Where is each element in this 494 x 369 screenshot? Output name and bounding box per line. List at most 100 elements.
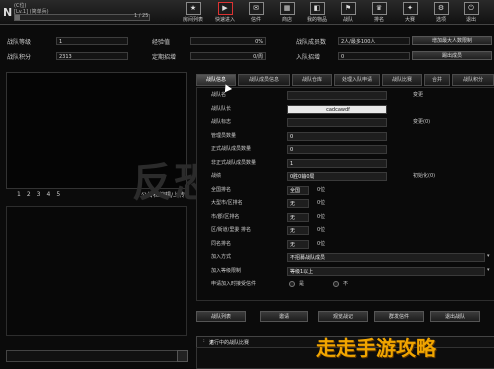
form-row: 管理员数量 0 (197, 131, 494, 142)
clan-points-value: 2313 (56, 52, 128, 60)
clan-action-button-0[interactable]: 战队列表 (196, 311, 246, 322)
form-row-rank: 0位 (317, 213, 326, 220)
join-invite-value: 0 (338, 52, 410, 60)
form-row-value (287, 91, 387, 100)
nav-label: 大赛 (404, 17, 415, 23)
form-row-label: 同名排名 (211, 240, 232, 247)
chat-send-button[interactable] (177, 350, 188, 362)
nav-ranking-button[interactable]: ♛ 排名 (364, 1, 394, 23)
form-row-value: 无 (287, 199, 309, 208)
accept-mail-no-label: 不 (343, 281, 349, 287)
exit-icon: ⏻ (463, 2, 479, 15)
watermark-text: 走走手游攻略 (316, 336, 436, 360)
form-row-rank: 0位 (317, 186, 326, 193)
member-count-label: 战队成员数 (296, 39, 327, 46)
form-row: 市/郡/区排名 无 0位 (197, 212, 494, 223)
clan-chat-panel (6, 206, 187, 336)
form-row: 区/街道/里委 排名 无 0位 (197, 225, 494, 236)
clan-action-button-2[interactable]: 观览战记 (318, 311, 368, 322)
increase-member-limit-button[interactable]: 增加最大人数限制 (412, 36, 492, 45)
clan-level-label: 战队等级 (7, 39, 32, 46)
form-row: 全国排名 全国 0位 (197, 185, 494, 196)
fixed-invite-value: 0/周 (190, 52, 266, 60)
tab-2[interactable]: 战队仓库 (292, 74, 332, 86)
kick-member-button[interactable]: 踢出成员 (412, 51, 492, 60)
form-row-button[interactable]: 变更 (413, 91, 423, 100)
tab-6[interactable]: 战队积分 (452, 74, 494, 86)
form-row: 非正式战队成员数量 1 (197, 158, 494, 169)
nav-tournament-button[interactable]: ✦ 大赛 (395, 1, 425, 23)
form-row: 战队名 变更 (197, 90, 494, 101)
notice-page-4[interactable]: 4 (46, 191, 50, 198)
clan-action-button-1[interactable]: 邀请 (260, 311, 308, 322)
nav-label: 排名 (373, 17, 384, 23)
competition-label: 进行中的战队比赛 (209, 340, 250, 346)
notice-pager: 12345 (17, 191, 66, 198)
tab-4[interactable]: 战队比赛 (382, 74, 422, 86)
room-list-icon: ★ (185, 2, 201, 15)
form-row-label: 非正式战队成员数量 (211, 159, 257, 166)
chat-input[interactable] (6, 350, 186, 362)
notice-page-2[interactable]: 2 (27, 191, 31, 198)
form-row-value: 0 (287, 145, 387, 154)
nav-label: 退出 (465, 17, 476, 23)
join-invite-label: 入队招增 (296, 54, 321, 61)
form-row-label: 市/郡/区排名 (211, 213, 240, 220)
form-row: 战绩 0胜0输0局 初始化(0) (197, 171, 494, 182)
clan-action-button-3[interactable]: 群发信件 (374, 311, 424, 322)
form-row: 正式战队成员数量 0 (197, 144, 494, 155)
member-count-value: 2人/最多100人 (338, 37, 410, 45)
accept-mail-no-radio[interactable] (333, 281, 339, 287)
quick-join-icon: ▶ (217, 2, 233, 15)
notice-page-5[interactable]: 5 (56, 191, 60, 198)
form-row: 加入等级限制 等级1以上 ▾ (197, 266, 494, 277)
form-row-label: 正式战队成员数量 (211, 146, 252, 152)
nav-shop-button[interactable]: ▦ 商店 (272, 1, 302, 23)
nav-inventory-button[interactable]: ◧ 我的物品 (302, 1, 332, 23)
form-row-rank: 0位 (317, 227, 326, 233)
level-progress-text: 1 / 25 (134, 13, 149, 19)
nav-options-button[interactable]: ⚙ 选项 (426, 1, 456, 23)
nav-label: 信件 (250, 17, 261, 23)
tab-5[interactable]: 合并 (424, 74, 450, 86)
form-row-label: 战绩 (211, 173, 222, 179)
nav-label: 战队 (342, 17, 353, 23)
form-row-value: 1 (287, 158, 387, 168)
tab-3[interactable]: 处理入队申请 (334, 74, 380, 86)
notice-page-1[interactable]: 1 (17, 191, 21, 198)
exp-value: 0% (190, 37, 266, 45)
competition-value: 无 (209, 340, 215, 346)
nav-clan-button[interactable]: ⚑ 战队 (333, 1, 363, 23)
clan-action-button-4[interactable]: 退出战队 (430, 311, 480, 322)
form-row-label: 申请加入时接受信件 (211, 281, 257, 287)
form-row: 同名排名 无 0位 (197, 239, 494, 250)
form-row-label: 大型市/区排名 (211, 200, 243, 206)
form-row-label: 管理员数量 (211, 132, 237, 139)
form-row-label: 战队队长 (211, 105, 232, 112)
form-row-value[interactable]: 不招募战队成员 (287, 253, 485, 262)
options-icon: ⚙ (433, 2, 449, 15)
top-bar: N (C位) [Lv.1] (简单兵) 1 / 25 ★ 房间列表 ▶ 快速进入 ✉ 信件… (0, 0, 494, 25)
form-row-button[interactable]: 变更(0) (413, 118, 430, 127)
form-row-button[interactable]: 初始化(0) (413, 172, 435, 181)
level-progress-bar (14, 14, 150, 21)
notice-page-3[interactable]: 3 (37, 191, 41, 198)
form-row-value: 全国 (287, 185, 309, 195)
nav-mail-button[interactable]: ✉ 信件 (241, 1, 271, 23)
tab-1[interactable]: 战队成员信息 (238, 74, 290, 86)
chevron-down-icon: ▾ (487, 253, 490, 259)
form-row-value (287, 118, 387, 127)
form-row-label: 全国排名 (211, 186, 232, 193)
accept-mail-yes-radio[interactable] (289, 281, 295, 287)
nav-room-list-button[interactable]: ★ 房间列表 (178, 1, 208, 23)
form-row-rank: 0位 (317, 240, 326, 247)
form-row-value: 无 (287, 212, 309, 222)
tournament-icon: ✦ (402, 2, 418, 15)
clan-action-buttons: 战队列表 邀请 观览战记 群发信件 退出战队 (196, 311, 494, 323)
form-row: 大型市/区排名 无 0位 (197, 198, 494, 209)
nav-exit-button[interactable]: ⏻ 退出 (456, 1, 486, 23)
form-row-value[interactable]: 等级1以上 (287, 266, 485, 276)
nav-label: 快速进入 (214, 17, 235, 23)
level-progress-fill (15, 15, 21, 20)
nav-quick-join-button[interactable]: ▶ 快速进入 (210, 1, 240, 23)
